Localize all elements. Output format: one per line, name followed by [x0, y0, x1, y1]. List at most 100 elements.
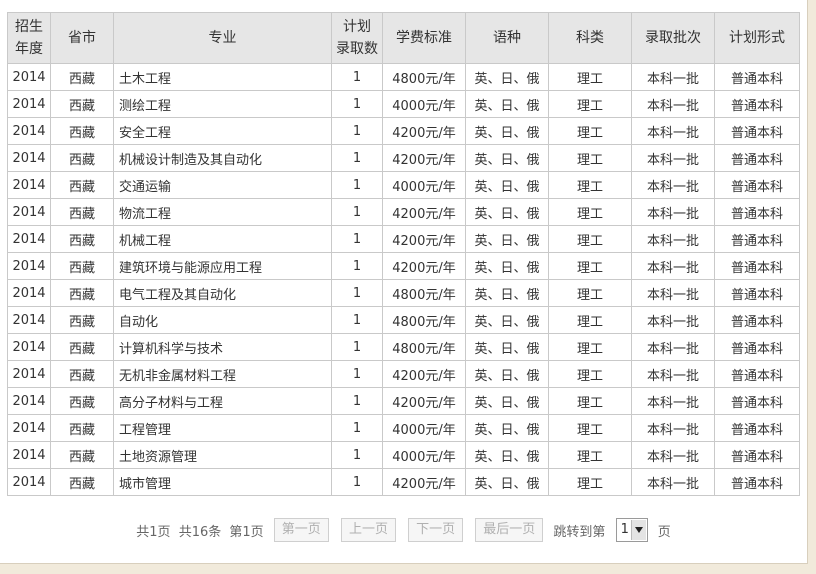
batch-cell: 本科一批 [631, 306, 715, 334]
current-page-text: 第1页 [229, 524, 264, 540]
province-cell: 西藏 [50, 441, 114, 469]
plan-count-cell: 1 [331, 468, 383, 496]
province-cell: 西藏 [50, 90, 114, 118]
major-cell: 物流工程 [113, 198, 332, 226]
year-cell: 2014 [7, 360, 51, 388]
admissions-plan-table: 招生 年度 省市 专业 计划 录取数 学费标准 语种 科类 录取批次 计划形式 2014 西藏 土木… [7, 12, 800, 496]
tuition-cell: 4800元/年 [382, 333, 466, 361]
plan-count-cell: 1 [331, 225, 383, 253]
province-cell: 西藏 [50, 198, 114, 226]
jump-to-label: 跳转到第 [553, 524, 606, 540]
tuition-cell: 4800元/年 [382, 279, 466, 307]
category-cell: 理工 [548, 144, 632, 172]
language-cell: 英、日、俄 [465, 117, 549, 145]
category-cell: 理工 [548, 279, 632, 307]
first-page-button[interactable]: 第一页 [273, 518, 329, 542]
plan-count-cell: 1 [331, 117, 383, 145]
plan-type-cell: 普通本科 [714, 63, 800, 91]
plan-count-cell: 1 [331, 333, 383, 361]
header-batch: 录取批次 [631, 12, 715, 64]
table-row: 2014 西藏 建筑环境与能源应用工程 1 4200元/年 英、日、俄 理工 本科一批 普通本科 [7, 252, 800, 280]
province-cell: 西藏 [50, 414, 114, 442]
header-province: 省市 [50, 12, 114, 64]
province-cell: 西藏 [50, 387, 114, 415]
language-cell: 英、日、俄 [465, 90, 549, 118]
next-page-button[interactable]: 下一页 [408, 518, 464, 542]
plan-type-cell: 普通本科 [714, 225, 800, 253]
tuition-cell: 4800元/年 [382, 306, 466, 334]
prev-page-button[interactable]: 上一页 [340, 518, 396, 542]
chevron-down-icon [630, 520, 646, 540]
tuition-cell: 4000元/年 [382, 414, 466, 442]
province-cell: 西藏 [50, 63, 114, 91]
province-cell: 西藏 [50, 306, 114, 334]
tuition-cell: 4200元/年 [382, 225, 466, 253]
plan-count-cell: 1 [331, 144, 383, 172]
language-cell: 英、日、俄 [465, 252, 549, 280]
header-plan-type: 计划形式 [714, 12, 800, 64]
language-cell: 英、日、俄 [465, 279, 549, 307]
pagination-bar: 共1页 共16条 第1页 第一页 上一页 下一页 最后一页 跳转到第 1 页 [0, 518, 807, 542]
province-cell: 西藏 [50, 468, 114, 496]
year-cell: 2014 [7, 441, 51, 469]
page-suffix-label: 页 [657, 524, 671, 540]
plan-type-cell: 普通本科 [714, 117, 800, 145]
plan-count-cell: 1 [331, 198, 383, 226]
batch-cell: 本科一批 [631, 90, 715, 118]
plan-count-cell: 1 [331, 441, 383, 469]
language-cell: 英、日、俄 [465, 414, 549, 442]
category-cell: 理工 [548, 414, 632, 442]
plan-type-cell: 普通本科 [714, 441, 800, 469]
major-cell: 高分子材料与工程 [113, 387, 332, 415]
category-cell: 理工 [548, 387, 632, 415]
plan-count-cell: 1 [331, 387, 383, 415]
last-page-button[interactable]: 最后一页 [475, 518, 544, 542]
year-cell: 2014 [7, 198, 51, 226]
year-cell: 2014 [7, 63, 51, 91]
table-row: 2014 西藏 土木工程 1 4800元/年 英、日、俄 理工 本科一批 普通本科 [7, 63, 800, 91]
major-cell: 安全工程 [113, 117, 332, 145]
major-cell: 计算机科学与技术 [113, 333, 332, 361]
category-cell: 理工 [548, 252, 632, 280]
major-cell: 城市管理 [113, 468, 332, 496]
table-row: 2014 西藏 计算机科学与技术 1 4800元/年 英、日、俄 理工 本科一批 普通本科 [7, 333, 800, 361]
plan-count-cell: 1 [331, 63, 383, 91]
category-cell: 理工 [548, 333, 632, 361]
year-cell: 2014 [7, 252, 51, 280]
category-cell: 理工 [548, 90, 632, 118]
major-cell: 自动化 [113, 306, 332, 334]
province-cell: 西藏 [50, 360, 114, 388]
category-cell: 理工 [548, 360, 632, 388]
year-cell: 2014 [7, 171, 51, 199]
language-cell: 英、日、俄 [465, 387, 549, 415]
table-row: 2014 西藏 测绘工程 1 4000元/年 英、日、俄 理工 本科一批 普通本科 [7, 90, 800, 118]
batch-cell: 本科一批 [631, 63, 715, 91]
batch-cell: 本科一批 [631, 468, 715, 496]
plan-type-cell: 普通本科 [714, 90, 800, 118]
plan-type-cell: 普通本科 [714, 414, 800, 442]
province-cell: 西藏 [50, 117, 114, 145]
page-select[interactable]: 1 [615, 518, 648, 542]
header-plan-count: 计划 录取数 [331, 12, 383, 64]
plan-count-cell: 1 [331, 414, 383, 442]
major-cell: 电气工程及其自动化 [113, 279, 332, 307]
language-cell: 英、日、俄 [465, 306, 549, 334]
year-cell: 2014 [7, 90, 51, 118]
year-cell: 2014 [7, 468, 51, 496]
major-cell: 建筑环境与能源应用工程 [113, 252, 332, 280]
plan-count-cell: 1 [331, 171, 383, 199]
table-body: 2014 西藏 土木工程 1 4800元/年 英、日、俄 理工 本科一批 普通本科 2014 西藏测… [7, 63, 800, 496]
year-cell: 2014 [7, 414, 51, 442]
category-cell: 理工 [548, 117, 632, 145]
language-cell: 英、日、俄 [465, 171, 549, 199]
language-cell: 英、日、俄 [465, 225, 549, 253]
plan-type-cell: 普通本科 [714, 279, 800, 307]
plan-type-cell: 普通本科 [714, 360, 800, 388]
plan-type-cell: 普通本科 [714, 333, 800, 361]
table-row: 2014 西藏 物流工程 1 4200元/年 英、日、俄 理工 本科一批 普通本科 [7, 198, 800, 226]
province-cell: 西藏 [50, 279, 114, 307]
batch-cell: 本科一批 [631, 279, 715, 307]
table-row: 2014 西藏 电气工程及其自动化 1 4800元/年 英、日、俄 理工 本科一批 普通本科 [7, 279, 800, 307]
header-category: 科类 [548, 12, 632, 64]
batch-cell: 本科一批 [631, 387, 715, 415]
